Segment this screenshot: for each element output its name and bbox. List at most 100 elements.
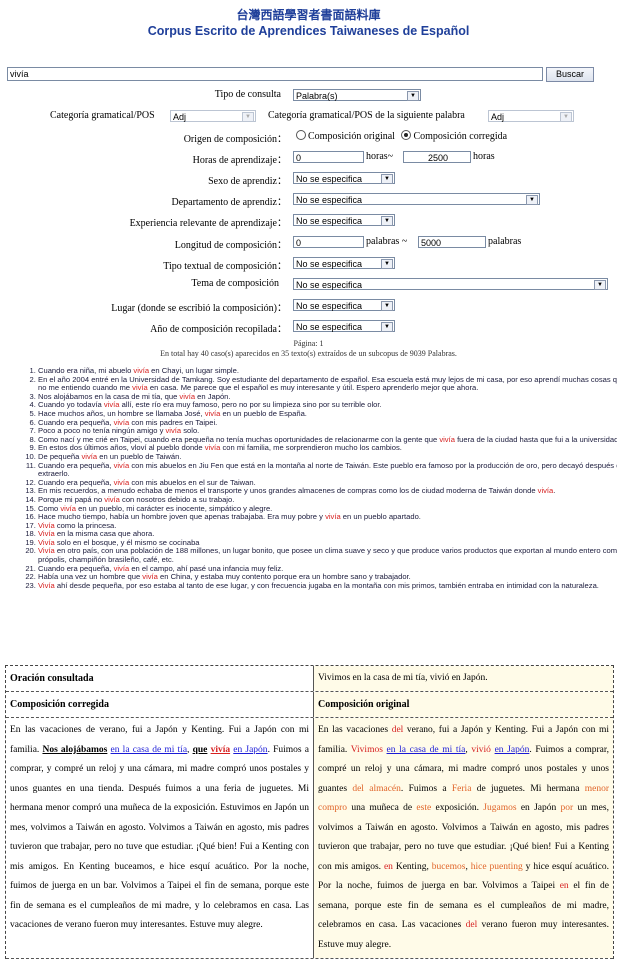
marked-fragment: vivió xyxy=(471,744,491,755)
marked-fragment: hice xyxy=(470,861,487,872)
result-text: fuera de la ciudad hasta que fui a la un… xyxy=(454,434,617,444)
chevron-down-icon: ▼ xyxy=(242,112,254,122)
result-text: en un pueblo apartado. xyxy=(340,512,421,522)
corregida-text: En las vacaciones de verano, fui a Japón… xyxy=(6,718,314,958)
marked-fragment: en xyxy=(383,861,393,872)
label-experiencia: Experiencia relevante de aprendizaje： xyxy=(129,218,287,229)
marked-fragment: en la casa de mi tía xyxy=(110,744,188,755)
label-departamento: Departamento de aprendiz： xyxy=(171,197,287,208)
marked-fragment: puenting xyxy=(489,861,523,872)
label-sexo: Sexo de aprendiz： xyxy=(208,176,287,187)
search-button[interactable]: Buscar xyxy=(546,67,594,82)
search-input[interactable]: vivía xyxy=(7,67,543,81)
results-list: Cuando era niña, mi abuelo vivía en Chay… xyxy=(20,366,617,591)
marked-fragment: este xyxy=(416,803,432,813)
result-hit-link[interactable]: vivía xyxy=(114,461,130,470)
select-value: No se especifica xyxy=(296,174,363,184)
result-item: En el año 2004 entré en la Universidad d… xyxy=(38,375,617,393)
label-categoria-pos: Categoría gramatical/POS xyxy=(50,110,155,121)
select-value: No se especifica xyxy=(296,216,363,226)
result-text: en otro país, con una población de 188 m… xyxy=(38,546,617,565)
label-tipo-consulta: Tipo de consulta xyxy=(214,89,281,100)
select-value: Adj xyxy=(173,112,187,122)
marked-fragment: por xyxy=(560,803,574,813)
chevron-down-icon: ▼ xyxy=(594,280,606,290)
radio-original[interactable] xyxy=(296,130,306,140)
label-longitud: Longitud de composición： xyxy=(174,240,287,251)
corregida-header: Composición corregida xyxy=(6,692,314,717)
select-sexo[interactable]: No se especifica ▼ xyxy=(293,172,395,184)
marked-fragment: del xyxy=(391,725,404,735)
text-fragment: en Japón xyxy=(516,803,561,813)
origen-radio-group: Composición original Composición corregi… xyxy=(296,130,507,144)
select-departamento[interactable]: No se especifica ▼ xyxy=(293,193,540,205)
result-text: en un pueblo de España. xyxy=(220,408,307,418)
chevron-down-icon: ▼ xyxy=(560,112,572,122)
text-fragment: . Fuimos a comprar, y compré un reloj y … xyxy=(10,744,309,931)
label-tema: Tema de composición xyxy=(191,278,279,289)
select-anio[interactable]: No se especifica ▼ xyxy=(293,320,395,332)
radio-corregida[interactable] xyxy=(401,130,412,140)
longitud-from-input[interactable]: 0 xyxy=(293,236,364,248)
longitud-unit: palabras xyxy=(488,236,522,247)
label-tipo-textual: Tipo textual de composición： xyxy=(163,261,287,272)
select-value: No se especifica xyxy=(296,322,363,332)
horas-unit: horas xyxy=(473,151,495,162)
chevron-down-icon: ▼ xyxy=(407,91,419,101)
marked-fragment: del almacén xyxy=(352,783,401,794)
select-value: No se especifica xyxy=(296,301,363,311)
longitud-separator: palabras ~ xyxy=(366,236,408,247)
chevron-down-icon: ▼ xyxy=(381,301,393,311)
result-hit-link[interactable]: vivía xyxy=(538,486,554,496)
marked-fragment: en Japón xyxy=(494,744,530,755)
select-categoria-pos[interactable]: Adj ▼ xyxy=(170,110,256,122)
marked-fragment: Feria xyxy=(451,783,472,794)
label-origen: Origen de composición： xyxy=(183,134,287,145)
chevron-down-icon: ▼ xyxy=(381,259,393,269)
select-tipo-textual[interactable]: No se especifica ▼ xyxy=(293,257,395,269)
oracion-value: Vivimos en la casa de mi tía, vivió en J… xyxy=(314,666,613,691)
marked-fragment: bucemos xyxy=(431,861,466,872)
marked-fragment: vivía xyxy=(210,744,231,755)
result-item: Vivía ahí desde pequeña, por eso estaba … xyxy=(38,580,617,591)
marked-fragment: Jugamos xyxy=(483,803,517,813)
select-tipo-consulta[interactable]: Palabra(s) ▼ xyxy=(293,89,421,101)
select-lugar[interactable]: No se especifica ▼ xyxy=(293,299,395,311)
select-experiencia[interactable]: No se especifica ▼ xyxy=(293,214,395,226)
original-header: Composición original xyxy=(314,692,613,717)
page-number: Página: 1 xyxy=(293,339,324,348)
result-hit-link[interactable]: vivía xyxy=(439,435,455,444)
select-value: No se especifica xyxy=(296,259,363,269)
select-value: No se especifica xyxy=(296,280,363,290)
pagination: Página: 1 En total hay 40 caso(s) aparec… xyxy=(0,339,617,359)
text-fragment: . Fuimos a xyxy=(400,783,452,794)
text-fragment: de juguetes. Mi hermana xyxy=(471,783,585,794)
table-row: Composición corregida Composición origin… xyxy=(6,692,613,718)
result-hit-link[interactable]: vivía xyxy=(205,443,221,453)
chevron-down-icon: ▼ xyxy=(381,216,393,226)
original-text: En las vacaciones del verano, fui a Japó… xyxy=(314,718,613,958)
radio-corregida-label: Composición corregida xyxy=(413,131,508,142)
result-item: Vivía en otro país, con una población de… xyxy=(38,547,617,564)
horas-separator: horas~ xyxy=(366,151,394,162)
text-fragment: exposición. xyxy=(431,803,484,813)
select-categoria-siguiente[interactable]: Adj ▼ xyxy=(488,110,574,122)
marked-fragment: que xyxy=(192,744,208,755)
marked-fragment: Vivimos xyxy=(350,744,383,755)
oracion-label: Oración consultada xyxy=(6,666,314,691)
marked-fragment: en xyxy=(559,881,569,891)
longitud-to-input[interactable]: 5000 xyxy=(418,236,486,248)
text-fragment: Kenting, xyxy=(392,861,432,872)
result-hit-link[interactable]: vivía xyxy=(325,512,341,521)
text-fragment: una muñeca de xyxy=(347,803,417,813)
title-chinese: 台灣西語學習者書面語料庫 xyxy=(236,8,381,22)
result-text: ahí desde pequeña, por eso estaba al tan… xyxy=(54,580,599,590)
marked-fragment: del xyxy=(465,920,478,930)
select-value: No se especifica xyxy=(296,195,363,205)
horas-to-input[interactable]: 2500 xyxy=(403,151,471,163)
select-tema[interactable]: No se especifica ▼ xyxy=(293,278,608,290)
label-horas: Horas de aprendizaje： xyxy=(192,155,287,166)
horas-from-input[interactable]: 0 xyxy=(293,151,364,163)
marked-fragment: en la casa de mi tía xyxy=(386,744,466,755)
result-hit-link[interactable]: Vivía xyxy=(38,581,55,590)
